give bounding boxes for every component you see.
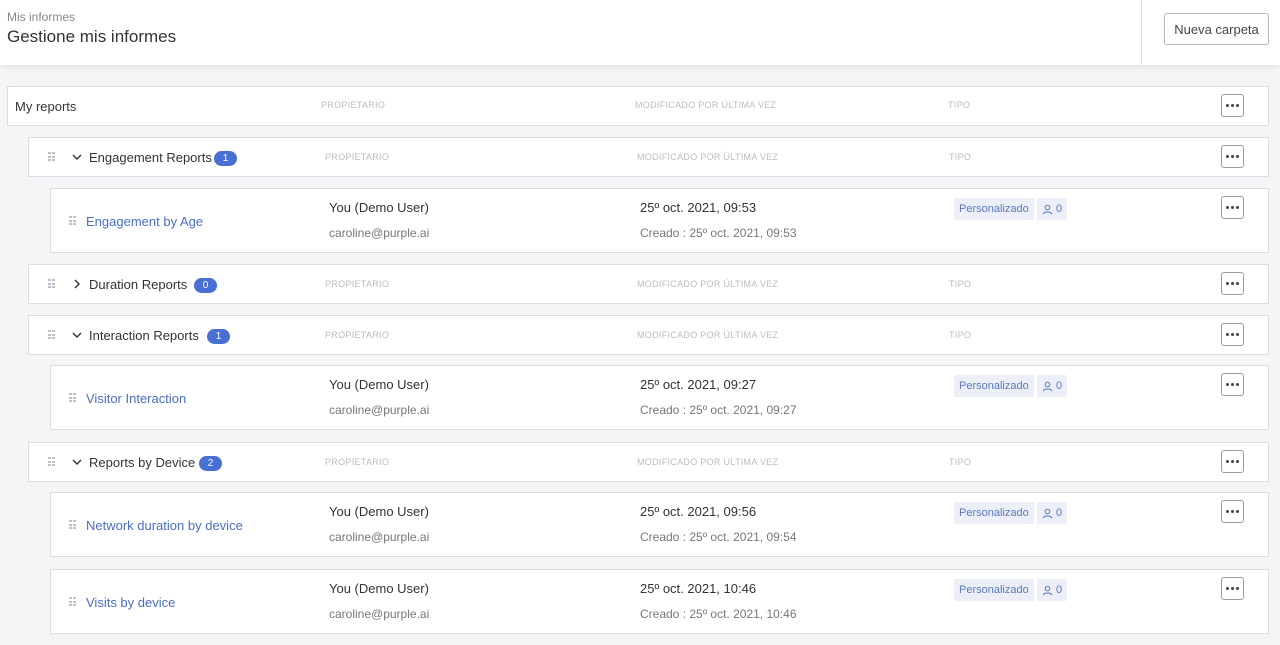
more-options-button[interactable] (1221, 450, 1244, 473)
column-header-modified: MODIFICADO POR ÚLTIMA VEZ (637, 152, 779, 162)
share-count: 0 (1056, 584, 1063, 596)
report-modified-date: 25º oct. 2021, 09:56 (640, 504, 757, 519)
column-header-modified: MODIFICADO POR ÚLTIMA VEZ (637, 457, 779, 467)
report-type-tag: Personalizado (954, 375, 1034, 397)
share-count: 0 (1056, 203, 1063, 215)
drag-handle-icon[interactable] (69, 216, 76, 226)
column-header-modified: MODIFICADO POR ÚLTIMA VEZ (637, 330, 779, 340)
report-count-badge: 0 (194, 278, 217, 293)
report-owner: You (Demo User) (329, 581, 429, 596)
more-options-button[interactable] (1221, 145, 1244, 168)
chevron-right-icon[interactable] (71, 278, 83, 290)
report-row-visits-by-device: Visits by device You (Demo User) carolin… (50, 569, 1269, 634)
folder-row-reports-by-device: Reports by Device 2 PROPIETARIO MODIFICA… (28, 442, 1269, 482)
page-title: Gestione mis informes (7, 27, 177, 46)
column-header-type: TIPO (949, 330, 972, 340)
more-options-button[interactable] (1221, 500, 1244, 523)
more-options-button[interactable] (1221, 272, 1244, 295)
share-count: 0 (1056, 380, 1063, 392)
share-count-tag[interactable]: 0 (1037, 198, 1068, 220)
report-modified-date: 25º oct. 2021, 09:27 (640, 377, 757, 392)
column-header-owner: PROPIETARIO (325, 330, 390, 340)
root-folder-name: My reports (15, 99, 77, 114)
report-created-date: Creado : 25º oct. 2021, 09:53 (640, 226, 797, 240)
column-header-owner: PROPIETARIO (325, 279, 390, 289)
column-header-owner: PROPIETARIO (325, 457, 390, 467)
more-options-button[interactable] (1221, 373, 1244, 396)
drag-handle-icon[interactable] (69, 520, 76, 530)
user-icon (1042, 508, 1053, 518)
folder-name: Engagement Reports (89, 150, 212, 165)
folder-row-interaction-reports: Interaction Reports 1 PROPIETARIO MODIFI… (28, 315, 1269, 355)
breadcrumb[interactable]: Mis informes (7, 10, 75, 24)
chevron-down-icon[interactable] (71, 329, 83, 341)
report-row-network-duration-by-device: Network duration by device You (Demo Use… (50, 492, 1269, 557)
report-created-date: Creado : 25º oct. 2021, 10:46 (640, 607, 797, 621)
column-header-owner: PROPIETARIO (321, 100, 386, 110)
report-owner: You (Demo User) (329, 377, 429, 392)
report-name-link[interactable]: Network duration by device (86, 518, 243, 533)
report-owner-email: caroline@purple.ai (329, 403, 430, 417)
more-options-button[interactable] (1221, 323, 1244, 346)
report-owner: You (Demo User) (329, 200, 429, 215)
report-owner: You (Demo User) (329, 504, 429, 519)
more-options-button[interactable] (1221, 94, 1244, 117)
drag-handle-icon[interactable] (48, 152, 55, 162)
folder-row-engagement-reports: Engagement Reports 1 PROPIETARIO MODIFIC… (28, 137, 1269, 177)
drag-handle-icon[interactable] (69, 597, 76, 607)
report-type-tag: Personalizado (954, 198, 1034, 220)
report-name-link[interactable]: Engagement by Age (86, 214, 203, 229)
share-count-tag[interactable]: 0 (1037, 502, 1068, 524)
folder-name: Duration Reports (89, 277, 188, 292)
column-header-type: TIPO (949, 279, 972, 289)
report-row-engagement-by-age: Engagement by Age You (Demo User) caroli… (50, 188, 1269, 253)
more-options-button[interactable] (1221, 577, 1244, 600)
report-modified-date: 25º oct. 2021, 10:46 (640, 581, 757, 596)
user-icon (1042, 204, 1053, 214)
report-name-link[interactable]: Visitor Interaction (86, 391, 186, 406)
report-owner-email: caroline@purple.ai (329, 530, 430, 544)
report-type-tag: Personalizado (954, 502, 1034, 524)
report-row-visitor-interaction: Visitor Interaction You (Demo User) caro… (50, 365, 1269, 430)
report-owner-email: caroline@purple.ai (329, 226, 430, 240)
folder-name: Reports by Device (89, 455, 196, 470)
drag-handle-icon[interactable] (48, 330, 55, 340)
column-header-type: TIPO (949, 457, 972, 467)
page-header: Mis informes Gestione mis informes Nueva… (0, 0, 1280, 65)
drag-handle-icon[interactable] (48, 457, 55, 467)
more-options-button[interactable] (1221, 196, 1244, 219)
column-header-type: TIPO (948, 100, 971, 110)
drag-handle-icon[interactable] (69, 393, 76, 403)
share-count-tag[interactable]: 0 (1037, 375, 1068, 397)
header-divider (1141, 0, 1142, 65)
user-icon (1042, 585, 1053, 595)
report-name-link[interactable]: Visits by device (86, 595, 175, 610)
drag-handle-icon[interactable] (48, 279, 55, 289)
report-count-badge: 1 (207, 329, 230, 344)
chevron-down-icon[interactable] (71, 456, 83, 468)
chevron-down-icon[interactable] (71, 151, 83, 163)
share-count-tag[interactable]: 0 (1037, 579, 1068, 601)
column-header-owner: PROPIETARIO (325, 152, 390, 162)
report-type-tag: Personalizado (954, 579, 1034, 601)
report-count-badge: 2 (199, 456, 222, 471)
folder-name: Interaction Reports (89, 328, 199, 343)
report-count-badge: 1 (214, 151, 237, 166)
root-folder-row: My reports PROPIETARIO MODIFICADO POR ÚL… (7, 86, 1269, 126)
report-created-date: Creado : 25º oct. 2021, 09:54 (640, 530, 797, 544)
column-header-type: TIPO (949, 152, 972, 162)
report-modified-date: 25º oct. 2021, 09:53 (640, 200, 757, 215)
folder-row-duration-reports: Duration Reports 0 PROPIETARIO MODIFICAD… (28, 264, 1269, 304)
report-created-date: Creado : 25º oct. 2021, 09:27 (640, 403, 797, 417)
share-count: 0 (1056, 507, 1063, 519)
user-icon (1042, 381, 1053, 391)
report-owner-email: caroline@purple.ai (329, 607, 430, 621)
column-header-modified: MODIFICADO POR ÚLTIMA VEZ (635, 100, 777, 110)
new-folder-button[interactable]: Nueva carpeta (1164, 13, 1269, 45)
column-header-modified: MODIFICADO POR ÚLTIMA VEZ (637, 279, 779, 289)
